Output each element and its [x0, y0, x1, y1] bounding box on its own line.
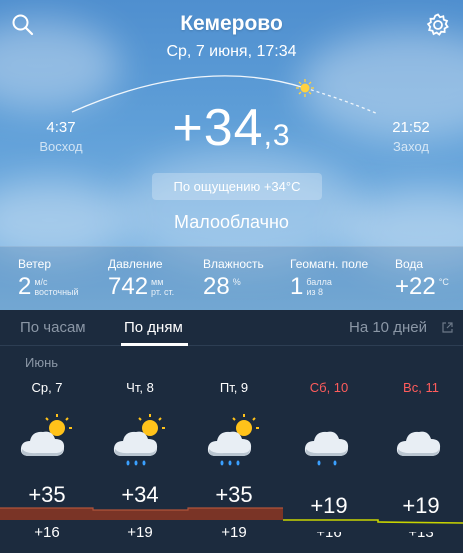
- param-pressure-unit: мм: [151, 277, 164, 287]
- param-wind: Ветер 2 м/с восточный: [18, 257, 79, 301]
- param-water-label: Вода: [395, 257, 424, 271]
- param-wind-label: Ветер: [18, 257, 51, 271]
- current-temperature-integer: +34: [172, 99, 264, 157]
- param-pressure: Давление 742 мм рт. ст.: [108, 257, 174, 301]
- temp-band-cool: [283, 519, 463, 532]
- param-water-value: +22: [395, 273, 436, 300]
- param-geomagnetic-label: Геомагн. поле: [290, 257, 369, 271]
- temperature-band-graph: [0, 507, 463, 532]
- param-humidity-unit: %: [232, 277, 241, 287]
- param-humidity: Влажность 28%: [203, 257, 264, 301]
- weather-app: Кемерово Ср, 7 июня, 17:34 4:37 Восход 2…: [0, 0, 463, 553]
- param-pressure-label: Давление: [108, 257, 163, 271]
- temp-band-warm: [0, 507, 283, 520]
- sun-position-icon: [296, 79, 314, 97]
- param-geomagnetic: Геомагн. поле 1 балла из 8: [290, 257, 368, 301]
- param-pressure-unit-2: рт. ст.: [151, 287, 175, 297]
- param-wind-direction: восточный: [34, 287, 79, 297]
- param-water: Вода +22 °C: [395, 257, 449, 301]
- current-weather-header: Кемерово Ср, 7 июня, 17:34 4:37 Восход 2…: [0, 0, 463, 310]
- param-pressure-value: 742: [108, 273, 149, 300]
- feels-like-badge: По ощущению +34°C: [152, 173, 322, 200]
- current-temperature-decimal: ,3: [263, 119, 291, 152]
- param-water-unit: °C: [438, 277, 449, 287]
- param-geomagnetic-value: 1: [290, 273, 304, 300]
- param-humidity-label: Влажность: [203, 257, 264, 271]
- param-wind-value: 2: [18, 273, 32, 300]
- param-geomagnetic-unit: балла: [306, 277, 332, 287]
- weather-parameters: Ветер 2 м/с восточный Давление 742 мм рт. ст…: [0, 246, 463, 310]
- param-wind-unit: м/с: [34, 277, 48, 287]
- weather-condition: Малооблачно: [174, 212, 289, 232]
- param-geomagnetic-scale: из 8: [306, 287, 324, 297]
- param-humidity-value: 28: [203, 273, 230, 300]
- current-temperature: +34,3: [0, 98, 463, 158]
